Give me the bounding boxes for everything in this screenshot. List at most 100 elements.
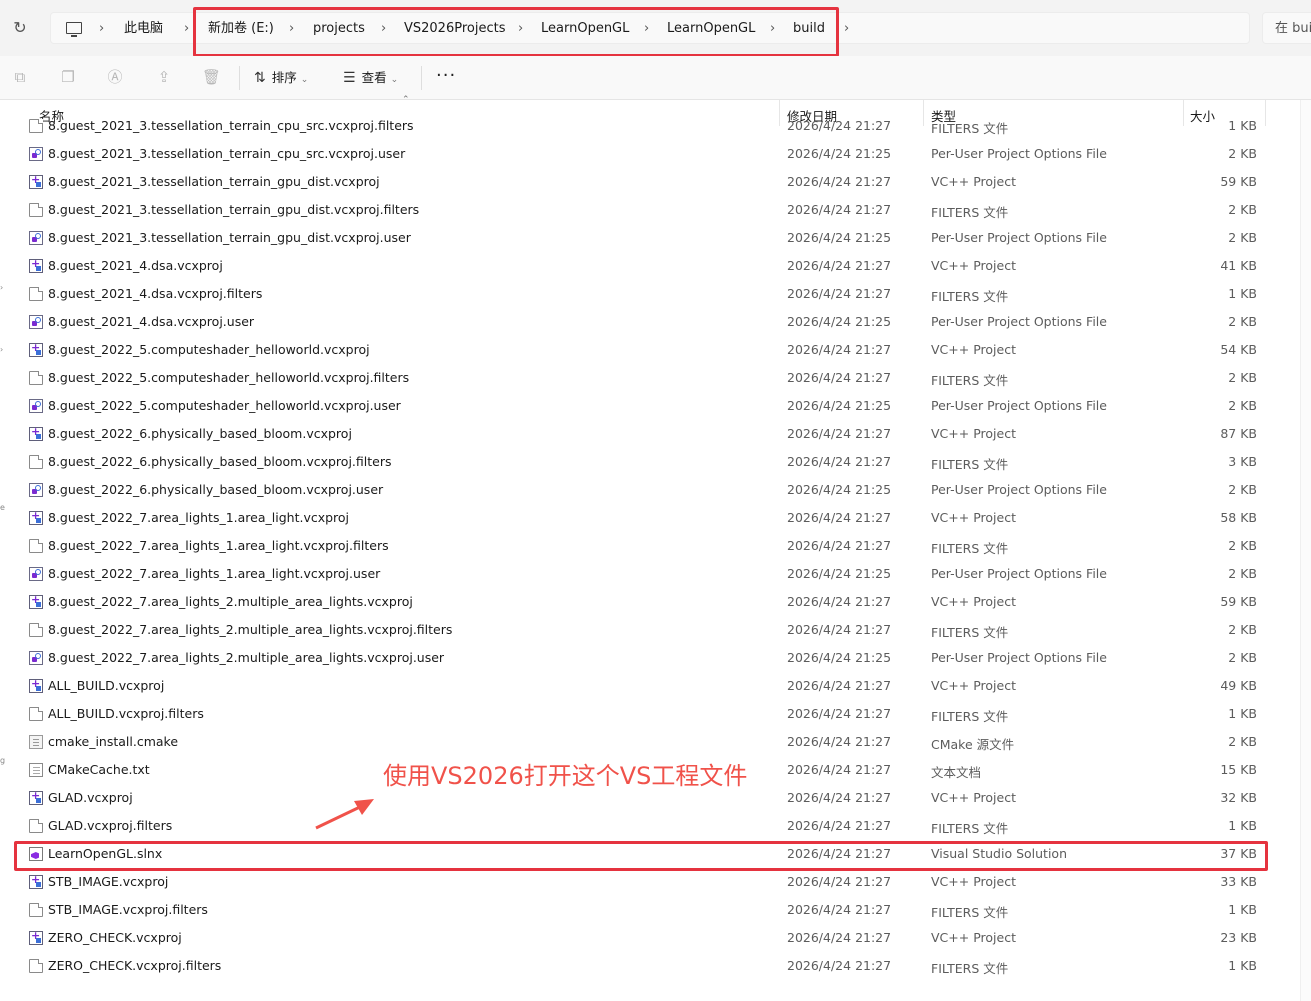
- doc-file-icon: [29, 819, 43, 833]
- file-row[interactable]: 8.guest_2022_7.area_lights_2.multiple_ar…: [0, 588, 1300, 616]
- share-icon[interactable]: ⇪: [155, 68, 173, 86]
- chevron-down-icon: ⌄: [390, 75, 399, 85]
- file-date: 2026/4/24 21:25: [787, 398, 892, 413]
- chevron-right-icon[interactable]: ›: [770, 13, 775, 45]
- file-row[interactable]: 8.guest_2021_3.tessellation_terrain_gpu_…: [0, 196, 1300, 224]
- file-row[interactable]: 8.guest_2022_6.physically_based_bloom.vc…: [0, 448, 1300, 476]
- file-row[interactable]: 8.guest_2022_5.computeshader_helloworld.…: [0, 392, 1300, 420]
- file-type: FILTERS 文件: [931, 373, 1009, 388]
- copy-icon[interactable]: ❐: [59, 68, 77, 86]
- vertical-scrollbar[interactable]: [1300, 100, 1311, 1001]
- file-size: 87 KB: [1220, 426, 1257, 441]
- chevron-right-icon[interactable]: ›: [844, 13, 849, 45]
- file-row[interactable]: 8.guest_2021_4.dsa.vcxproj.filters 2026/4…: [0, 280, 1300, 308]
- file-name: STB_IMAGE.vcxproj: [48, 874, 169, 889]
- file-row[interactable]: 8.guest_2021_3.tessellation_terrain_cpu_…: [0, 140, 1300, 168]
- file-type: FILTERS 文件: [931, 121, 1009, 136]
- file-row[interactable]: 8.guest_2022_6.physically_based_bloom.vc…: [0, 420, 1300, 448]
- file-row[interactable]: 8.guest_2021_3.tessellation_terrain_gpu_…: [0, 224, 1300, 252]
- breadcrumb-build[interactable]: build: [793, 13, 825, 45]
- file-type: VC++ Project: [931, 790, 1016, 805]
- file-row[interactable]: ALL_BUILD.vcxproj 2026/4/24 21:27 VC++ Pro…: [0, 672, 1300, 700]
- chevron-right-icon[interactable]: ›: [644, 13, 649, 45]
- chevron-right-icon[interactable]: ›: [518, 13, 523, 45]
- file-date: 2026/4/24 21:27: [787, 594, 892, 609]
- file-type: FILTERS 文件: [931, 541, 1009, 556]
- file-row[interactable]: 8.guest_2022_7.area_lights_1.area_light.…: [0, 504, 1300, 532]
- sort-button[interactable]: ⇅ 排序 ⌄: [254, 66, 308, 90]
- file-row[interactable]: LearnOpenGL.slnx 2026/4/24 21:27 Visual St…: [0, 840, 1300, 868]
- file-date: 2026/4/24 21:27: [787, 286, 892, 301]
- file-name: GLAD.vcxproj.filters: [48, 818, 173, 833]
- proj-file-icon: [29, 677, 43, 693]
- file-name: 8.guest_2022_5.computeshader_helloworld.…: [48, 370, 410, 385]
- file-row[interactable]: ZERO_CHECK.vcxproj 2026/4/24 21:27 VC++ Pr…: [0, 924, 1300, 952]
- expand-icon[interactable]: ›: [0, 284, 6, 292]
- user-file-icon: [29, 567, 43, 581]
- file-name: ZERO_CHECK.vcxproj: [48, 930, 182, 945]
- file-name: STB_IMAGE.vcxproj.filters: [48, 902, 208, 917]
- new-item-icon[interactable]: ⧉: [11, 68, 29, 86]
- file-size: 41 KB: [1220, 258, 1257, 273]
- chevron-right-icon[interactable]: ›: [289, 13, 294, 45]
- file-row[interactable]: 8.guest_2021_4.dsa.vcxproj 2026/4/24 21:2…: [0, 252, 1300, 280]
- breadcrumb-vs2026projects[interactable]: VS2026Projects: [404, 13, 505, 45]
- chevron-right-icon[interactable]: ›: [184, 13, 189, 45]
- cmake-file-icon: [29, 735, 43, 749]
- file-name: 8.guest_2022_5.computeshader_helloworld.…: [48, 398, 401, 413]
- breadcrumb-projects[interactable]: projects: [313, 13, 365, 45]
- file-name: 8.guest_2022_6.physically_based_bloom.vc…: [48, 482, 384, 497]
- file-row[interactable]: 8.guest_2022_7.area_lights_1.area_light.…: [0, 560, 1300, 588]
- view-button[interactable]: ☰ 查看 ⌄: [343, 66, 398, 90]
- file-date: 2026/4/24 21:25: [787, 146, 892, 161]
- file-row[interactable]: GLAD.vcxproj.filters 2026/4/24 21:27 FILTE…: [0, 812, 1300, 840]
- breadcrumb-drive-e[interactable]: 新加卷 (E:): [208, 13, 274, 45]
- file-date: 2026/4/24 21:27: [787, 342, 892, 357]
- file-row[interactable]: STB_IMAGE.vcxproj.filters 2026/4/24 21:27…: [0, 896, 1300, 924]
- file-row[interactable]: cmake_install.cmake 2026/4/24 21:27 CMake …: [0, 728, 1300, 756]
- expand-icon[interactable]: ›: [0, 346, 6, 354]
- file-name: 8.guest_2021_4.dsa.vcxproj.filters: [48, 286, 263, 301]
- expand-icon[interactable]: e: [0, 504, 6, 512]
- file-row[interactable]: 8.guest_2022_5.computeshader_helloworld.…: [0, 364, 1300, 392]
- file-row[interactable]: 8.guest_2022_5.computeshader_helloworld.…: [0, 336, 1300, 364]
- chevron-right-icon[interactable]: ›: [99, 13, 104, 45]
- breadcrumb-this-pc[interactable]: 此电脑: [124, 13, 163, 45]
- expand-icon[interactable]: g: [0, 757, 6, 765]
- more-options-button[interactable]: ···: [436, 66, 456, 86]
- doc-file-icon: [29, 287, 43, 301]
- breadcrumb-learnopengl-2[interactable]: LearnOpenGL: [667, 13, 755, 45]
- file-row[interactable]: 8.guest_2022_7.area_lights_2.multiple_ar…: [0, 616, 1300, 644]
- file-type: FILTERS 文件: [931, 205, 1009, 220]
- file-name: 8.guest_2021_3.tessellation_terrain_gpu_…: [48, 230, 411, 245]
- delete-icon[interactable]: 🗑: [202, 68, 221, 86]
- refresh-icon[interactable]: ↻: [10, 18, 30, 38]
- file-row[interactable]: 8.guest_2022_6.physically_based_bloom.vc…: [0, 476, 1300, 504]
- file-type: Per-User Project Options File: [931, 146, 1107, 161]
- proj-file-icon: [29, 929, 43, 945]
- doc-file-icon: [29, 371, 43, 385]
- file-row[interactable]: 8.guest_2021_4.dsa.vcxproj.user 2026/4/24…: [0, 308, 1300, 336]
- search-box[interactable]: 在 build 中搜索: [1262, 12, 1311, 44]
- chevron-right-icon[interactable]: ›: [381, 13, 386, 45]
- address-bar[interactable]: › 此电脑 › 新加卷 (E:) › projects › VS2026Proj…: [50, 12, 1250, 44]
- rename-icon[interactable]: Ⓐ: [106, 68, 124, 86]
- file-size: 37 KB: [1220, 846, 1257, 861]
- file-row[interactable]: STB_IMAGE.vcxproj 2026/4/24 21:27 VC++ Pro…: [0, 868, 1300, 896]
- file-date: 2026/4/24 21:25: [787, 566, 892, 581]
- file-size: 59 KB: [1220, 174, 1257, 189]
- file-row[interactable]: 8.guest_2022_7.area_lights_1.area_light.…: [0, 532, 1300, 560]
- file-row[interactable]: 8.guest_2021_3.tessellation_terrain_gpu_…: [0, 168, 1300, 196]
- file-date: 2026/4/24 21:25: [787, 314, 892, 329]
- file-name: cmake_install.cmake: [48, 734, 179, 749]
- file-row[interactable]: 8.guest_2022_7.area_lights_2.multiple_ar…: [0, 644, 1300, 672]
- doc-file-icon: [29, 623, 43, 637]
- computer-icon[interactable]: [66, 22, 82, 37]
- file-row[interactable]: ALL_BUILD.vcxproj.filters 2026/4/24 21:27…: [0, 700, 1300, 728]
- file-type: 文本文档: [931, 765, 982, 780]
- file-row-partial[interactable]: 8.guest_2021_3.tessellation_terrain_cpu_…: [0, 118, 1300, 140]
- doc-file-icon: [29, 903, 43, 917]
- proj-file-icon: [29, 257, 43, 273]
- breadcrumb-learnopengl-1[interactable]: LearnOpenGL: [541, 13, 629, 45]
- file-row[interactable]: ZERO_CHECK.vcxproj.filters 2026/4/24 21:2…: [0, 952, 1300, 980]
